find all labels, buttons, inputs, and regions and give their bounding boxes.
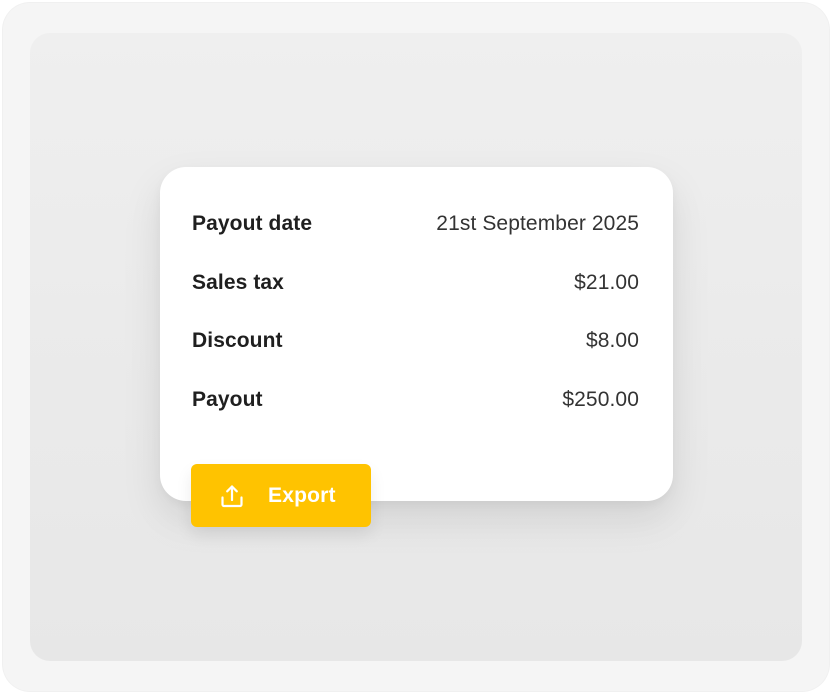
sales-tax-row: Sales tax $21.00 [192, 268, 639, 298]
upload-icon [218, 482, 246, 510]
sales-tax-value: $21.00 [574, 271, 639, 294]
payout-date-label: Payout date [192, 212, 313, 235]
payout-value: $250.00 [562, 388, 639, 411]
payout-date-value: 21st September 2025 [436, 212, 639, 235]
sales-tax-label: Sales tax [192, 271, 284, 294]
discount-row: Discount $8.00 [192, 326, 639, 356]
payout-date-row: Payout date 21st September 2025 [192, 209, 639, 239]
discount-value: $8.00 [585, 329, 639, 352]
export-button[interactable]: Export [191, 464, 371, 527]
export-label: Export [268, 483, 336, 507]
payout-row: Payout $250.00 [192, 385, 639, 415]
payout-label: Payout [192, 388, 263, 411]
discount-label: Discount [192, 329, 283, 352]
